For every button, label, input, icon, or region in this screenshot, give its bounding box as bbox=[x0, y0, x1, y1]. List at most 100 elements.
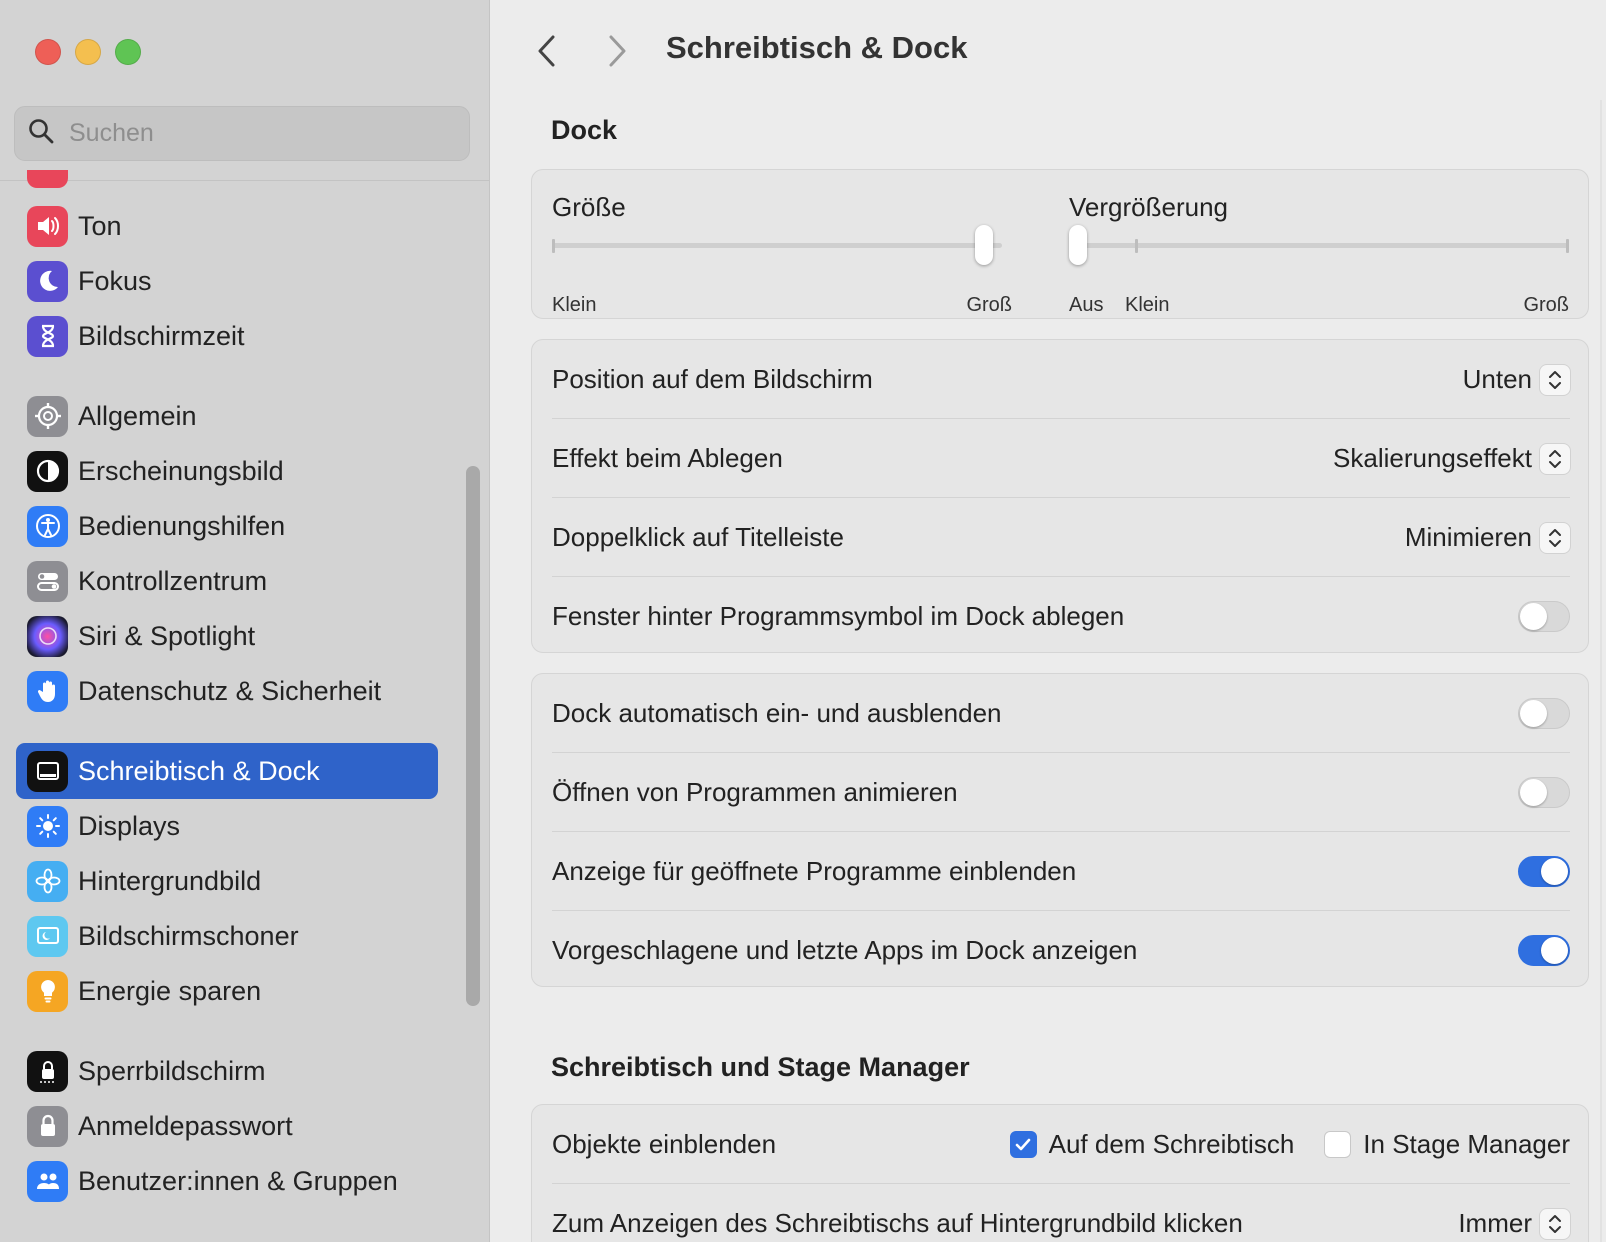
page-title: Schreibtisch & Dock bbox=[666, 30, 968, 65]
in-stage-manager-checkbox[interactable] bbox=[1324, 1131, 1352, 1158]
sidebar-item-bildschirmzeit[interactable]: Bildschirmzeit bbox=[16, 308, 438, 364]
autohide-label: Dock automatisch ein- und ausblenden bbox=[552, 698, 1002, 728]
close-button[interactable] bbox=[35, 39, 61, 65]
sidebar-item-bildschirmschoner[interactable]: Bildschirmschoner bbox=[16, 908, 438, 964]
sidebar-item-schreibtisch-dock[interactable]: Schreibtisch & Dock bbox=[16, 743, 438, 799]
sidebar-item-benutzer-gruppen[interactable]: Benutzer:innen & Gruppen bbox=[16, 1153, 438, 1209]
stage-manager-card: Objekte einblenden Auf dem Schreibtisch … bbox=[531, 1104, 1589, 1242]
magnification-slider-label: Vergrößerung bbox=[1069, 192, 1228, 222]
sidebar-item-anmeldepasswort[interactable]: Anmeldepasswort bbox=[16, 1098, 438, 1154]
dock-behavior-card: Position auf dem Bildschirm Unten Effekt… bbox=[531, 339, 1589, 653]
minimize-effect-popup[interactable]: Skalierungseffekt bbox=[1333, 443, 1570, 474]
animate-toggle[interactable] bbox=[1518, 777, 1570, 808]
recent-apps-toggle[interactable] bbox=[1518, 935, 1570, 966]
setting-row-double-click: Doppelklick auf Titelleiste Minimieren bbox=[552, 498, 1570, 577]
sidebar-item-label: Datenschutz & Sicherheit bbox=[78, 675, 382, 706]
sidebar-item-label: Sperrbildschirm bbox=[78, 1055, 266, 1086]
sidebar-item-bedienungshilfen[interactable]: Bedienungshilfen bbox=[16, 498, 438, 554]
sidebar-item-erscheinungsbild[interactable]: Erscheinungsbild bbox=[16, 443, 438, 499]
sidebar-item-hintergrundbild[interactable]: Hintergrundbild bbox=[16, 853, 438, 909]
sidebar-item-label: Bildschirmschoner bbox=[78, 920, 299, 951]
autohide-toggle[interactable] bbox=[1518, 698, 1570, 729]
lock-screen-icon bbox=[27, 1050, 68, 1092]
dock-icon bbox=[27, 750, 68, 792]
setting-row-autohide: Dock automatisch ein- und ausblenden bbox=[552, 674, 1570, 753]
on-desktop-label: Auf dem Schreibtisch bbox=[1048, 1129, 1295, 1159]
in-stage-manager-option[interactable]: In Stage Manager bbox=[1324, 1129, 1570, 1160]
magnification-max-label: Groß bbox=[1523, 294, 1569, 316]
gear-icon bbox=[27, 395, 68, 437]
accessibility-icon bbox=[27, 505, 68, 547]
hourglass-icon bbox=[27, 315, 68, 357]
minimize-into-icon-toggle[interactable] bbox=[1518, 601, 1570, 632]
magnification-slider-tick bbox=[1135, 239, 1138, 253]
sidebar-item-label: Bedienungshilfen bbox=[78, 510, 286, 541]
size-min-label: Klein bbox=[552, 294, 597, 316]
sidebar-item-siri-spotlight[interactable]: Siri & Spotlight bbox=[16, 608, 438, 664]
updown-chevron-icon bbox=[1540, 364, 1570, 395]
sidebar-item-label: Fokus bbox=[78, 265, 152, 296]
sidebar-item-displays[interactable]: Displays bbox=[16, 798, 438, 854]
sidebar-divider bbox=[0, 180, 489, 181]
position-label: Position auf dem Bildschirm bbox=[552, 364, 873, 394]
dock-options-card: Dock automatisch ein- und ausblenden Öff… bbox=[531, 673, 1589, 987]
animate-label: Öffnen von Programmen animieren bbox=[552, 777, 958, 807]
search-input[interactable] bbox=[69, 119, 449, 148]
size-slider-tick bbox=[552, 239, 555, 253]
sidebar-item-fokus[interactable]: Fokus bbox=[16, 253, 438, 309]
magnification-slider-track[interactable] bbox=[1069, 243, 1569, 248]
in-stage-manager-label: In Stage Manager bbox=[1363, 1129, 1570, 1159]
minimize-button[interactable] bbox=[75, 39, 101, 65]
search-field[interactable] bbox=[14, 106, 470, 161]
sidebar-item-label: Allgemein bbox=[78, 400, 197, 431]
sidebar-item-label: Erscheinungsbild bbox=[78, 455, 284, 486]
main-content: Schreibtisch & Dock Dock Größe Klein Gro… bbox=[491, 0, 1606, 1242]
sidebar-scrollbar[interactable] bbox=[466, 466, 480, 1006]
sidebar-item-energie-sparen[interactable]: Energie sparen bbox=[16, 963, 438, 1019]
sidebar-item-datenschutz[interactable]: Datenschutz & Sicherheit bbox=[16, 663, 438, 719]
position-popup[interactable]: Unten bbox=[1463, 364, 1570, 395]
magnification-off-label: Aus bbox=[1069, 294, 1104, 316]
sidebar-item-label: Ton bbox=[78, 210, 122, 241]
back-button[interactable] bbox=[531, 32, 563, 70]
sidebar-item-kontrollzentrum[interactable]: Kontrollzentrum bbox=[16, 553, 438, 609]
click-wallpaper-value: Immer bbox=[1458, 1208, 1532, 1238]
speaker-icon bbox=[27, 205, 68, 247]
dock-size-card: Größe Klein Groß Vergrößerung Aus Klein … bbox=[531, 169, 1589, 319]
siri-icon bbox=[27, 615, 68, 657]
on-desktop-option[interactable]: Auf dem Schreibtisch bbox=[1009, 1129, 1295, 1160]
flower-icon bbox=[27, 860, 68, 902]
click-wallpaper-popup[interactable]: Immer bbox=[1458, 1208, 1570, 1239]
minimize-effect-label: Effekt beim Ablegen bbox=[552, 443, 783, 473]
notifications-icon bbox=[27, 170, 68, 188]
on-desktop-checkbox[interactable] bbox=[1009, 1131, 1037, 1158]
sidebar-item-allgemein[interactable]: Allgemein bbox=[16, 388, 438, 444]
sidebar-item-ton[interactable]: Ton bbox=[16, 198, 438, 254]
zoom-button[interactable] bbox=[115, 39, 141, 65]
size-slider-label: Größe bbox=[552, 192, 626, 222]
size-slider-block: Größe Klein Groß bbox=[552, 192, 1012, 316]
sidebar-item-label: Anmeldepasswort bbox=[78, 1110, 293, 1141]
minimize-into-icon-label: Fenster hinter Programmsymbol im Dock ab… bbox=[552, 601, 1125, 631]
size-slider-thumb[interactable] bbox=[975, 225, 993, 265]
setting-row-position: Position auf dem Bildschirm Unten bbox=[552, 340, 1570, 419]
sidebar-item-label: Benutzer:innen & Gruppen bbox=[78, 1165, 398, 1196]
section-title-dock: Dock bbox=[551, 115, 618, 145]
indicators-label: Anzeige für geöffnete Programme einblend… bbox=[552, 856, 1077, 886]
hand-icon bbox=[27, 670, 68, 712]
sidebar: Ton Fokus Bildschirmzeit Allgemein Ersch… bbox=[0, 0, 490, 1242]
forward-button[interactable] bbox=[601, 32, 633, 70]
sidebar-item-sperrbildschirm[interactable]: Sperrbildschirm bbox=[16, 1043, 438, 1099]
minimize-effect-value: Skalierungseffekt bbox=[1333, 443, 1532, 473]
toggles-icon bbox=[27, 560, 68, 602]
indicators-toggle[interactable] bbox=[1518, 856, 1570, 887]
double-click-popup[interactable]: Minimieren bbox=[1405, 522, 1570, 553]
magnification-slider-tick bbox=[1566, 239, 1569, 253]
magnification-slider-thumb[interactable] bbox=[1069, 225, 1087, 265]
sidebar-item-label: Kontrollzentrum bbox=[78, 565, 268, 596]
size-slider-track[interactable] bbox=[552, 243, 1002, 248]
sidebar-item-label: Siri & Spotlight bbox=[78, 620, 256, 651]
chevron-left-icon bbox=[538, 35, 555, 67]
padlock-icon bbox=[27, 1105, 68, 1147]
main-scroll-edge bbox=[1600, 100, 1602, 1242]
